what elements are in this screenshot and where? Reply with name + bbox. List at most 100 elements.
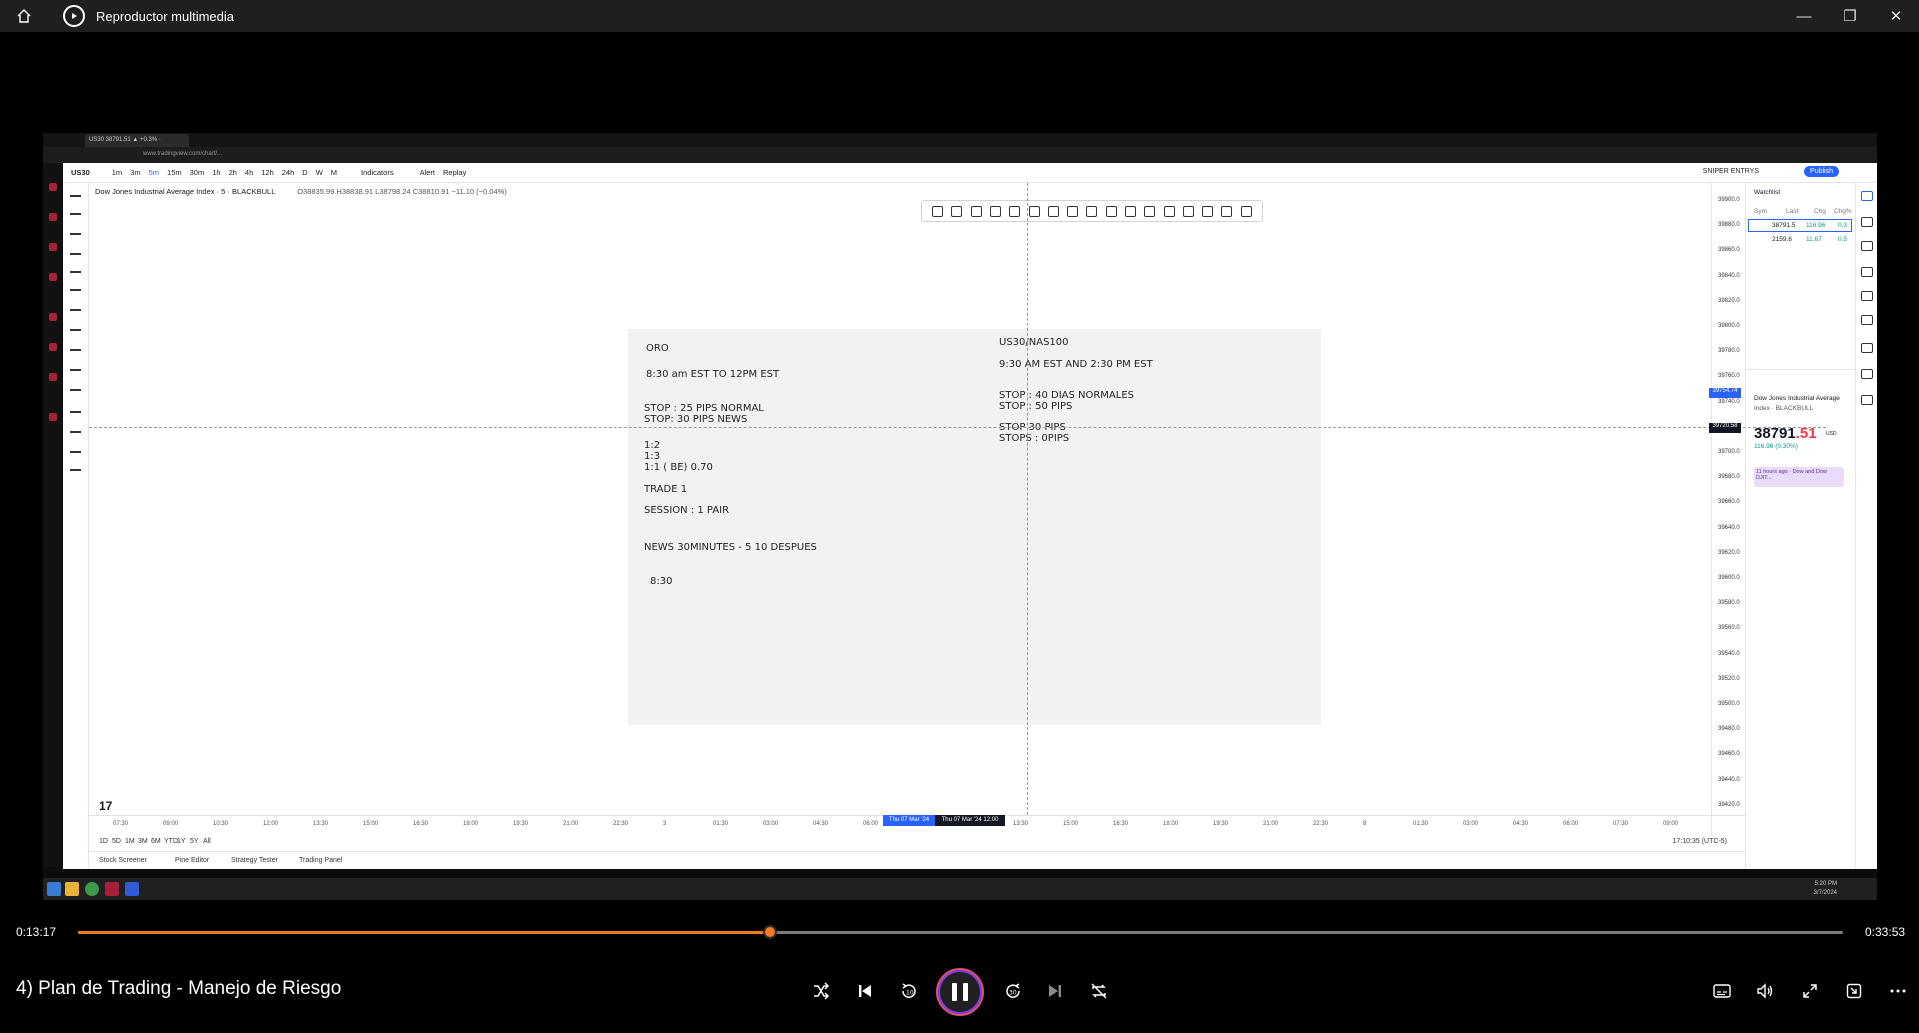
mini-player-icon[interactable] (1841, 978, 1867, 1004)
price-tick: 39420.0 (1718, 801, 1740, 808)
home-icon[interactable] (12, 4, 36, 28)
time-tick: 22:30 (613, 821, 629, 827)
time-tick: 18:00 (1163, 821, 1179, 827)
tf-1h: 1h (212, 168, 221, 177)
close-icon[interactable]: ✕ (1873, 0, 1919, 32)
svg-text:10: 10 (906, 990, 914, 997)
media-player-icon (63, 5, 85, 27)
time-tick: 03:00 (1463, 821, 1479, 827)
minimize-icon[interactable]: — (1781, 0, 1827, 32)
video-frame[interactable]: US30 38791.51 ▲ +0.3% · www.tradingview.… (43, 133, 1877, 900)
time-tick: 03:00 (763, 821, 779, 827)
price-tick: 39680.0 (1718, 474, 1740, 481)
shuffle-icon[interactable] (808, 978, 834, 1004)
tab-stock-screener: Stock Screener (99, 857, 147, 864)
forward-30-icon[interactable]: 30 (1000, 978, 1026, 1004)
chrome-icon (85, 882, 99, 896)
price-tick: 39700.0 (1718, 449, 1740, 455)
time-tick: 13:30 (1013, 821, 1029, 827)
tab-pine-editor: Pine Editor (175, 857, 210, 864)
browser-sidebar (43, 163, 63, 867)
pause-button[interactable] (936, 968, 984, 1016)
fullscreen-icon[interactable] (1797, 978, 1823, 1004)
note-us30-hours: 9:30 AM EST AND 2:30 PM EST (999, 359, 1153, 370)
detail-currency: USD (1826, 431, 1837, 437)
bottom-panel-tabs: Stock Screener Pine Editor Strategy Test… (89, 851, 1745, 869)
range-5d: 5D (112, 838, 121, 845)
tradingview-chart: US30 1m 3m 5m 15m 30m 1h 2h 4h 12h 24h D… (63, 163, 1877, 869)
price-tick: 39440.0 (1718, 776, 1740, 783)
price-axis: 39900.0 39880.0 39860.0 39840.0 39820.0 39800… (1711, 183, 1745, 835)
rewind-10-icon[interactable]: 10 (896, 978, 922, 1004)
symbol-search: US30 (71, 168, 90, 177)
time-tick: 8 (1363, 821, 1367, 827)
range-selector: 17:10:35 (UTC-5) 1D 5D 1M 3M 6M YTD 1Y 5Y All (89, 835, 1745, 851)
range-all: All (203, 838, 211, 845)
file-explorer-icon (65, 882, 79, 896)
more-options-icon[interactable] (1885, 978, 1911, 1004)
volume-icon[interactable] (1752, 978, 1778, 1004)
total-time: 0:33:53 (1865, 925, 1906, 939)
tf-30m: 30m (189, 168, 205, 177)
range-5y: 5Y (190, 838, 199, 845)
detail-price: 38791.51 (1754, 425, 1817, 442)
time-tick: 04:30 (1513, 821, 1529, 827)
price-tick: 39800.0 (1718, 323, 1740, 329)
restore-icon[interactable]: ❐ (1827, 0, 1873, 32)
note-rr3: 1:1 ( BE) 0.70 (644, 462, 713, 473)
watchlist-row1-pct: 0.3 (1838, 222, 1848, 229)
detail-name: Dow Jones Industrial Average (1754, 395, 1840, 402)
taskbar-date: 3/7/2024 (1813, 890, 1837, 896)
range-1d: 1D (99, 838, 108, 845)
note-rr2: 1:3 (644, 451, 661, 462)
note-time: 8:30 (650, 576, 673, 587)
note-us30-stop2: STOP : 50 PIPS (999, 401, 1073, 412)
time-tick: 22:30 (1313, 821, 1329, 827)
browser-tab: US30 38791.51 ▲ +0.3% · (85, 134, 189, 147)
price-tick: 39460.0 (1718, 751, 1740, 758)
range-3m: 3M (138, 838, 148, 845)
chart-clock: 17:10:35 (UTC-5) (1672, 838, 1727, 845)
price-tick: 39600.0 (1718, 575, 1740, 581)
tf-w: W (315, 168, 323, 177)
time-tick: 06:00 (1563, 821, 1579, 827)
legend-title: Dow Jones Industrial Average Index · 5 ·… (95, 187, 276, 196)
price-tick: 39820.0 (1718, 297, 1740, 304)
chart-toolbar: US30 1m 3m 5m 15m 30m 1h 2h 4h 12h 24h D… (63, 163, 1877, 183)
price-tick: 39860.0 (1718, 247, 1740, 254)
time-tick: 06:00 (863, 821, 879, 827)
drawing-tools-sidebar (63, 183, 89, 869)
watchlist-col-last: Last (1786, 208, 1799, 215)
note-oro-hours: 8:30 am EST TO 12PM EST (646, 369, 780, 380)
price-tick: 39640.0 (1718, 524, 1740, 531)
trading-plan-note: ORO 8:30 am EST TO 12PM EST STOP : 25 PI… (628, 329, 1321, 725)
detail-change: 116.96 (0.30%) (1754, 443, 1798, 450)
previous-icon[interactable] (852, 978, 878, 1004)
next-icon[interactable] (1042, 978, 1068, 1004)
tab-strategy-tester: Strategy Tester (231, 857, 278, 864)
watchlist-row2-last: 2159.6 (1772, 236, 1792, 243)
repeat-off-icon[interactable] (1086, 978, 1112, 1004)
time-tick: 19:30 (513, 821, 529, 827)
news-item: 11 hours ago · Dow and Dow DJIT... (1754, 467, 1844, 487)
price-tick: 39660.0 (1718, 499, 1740, 506)
seek-thumb[interactable] (762, 925, 777, 939)
detail-sub: Index · BLACKBULL (1754, 405, 1814, 412)
tf-m: M (330, 168, 338, 177)
note-us30-stop1: STOP : 40 DIAS NORMALES (999, 390, 1135, 401)
tf-4h: 4h (244, 168, 254, 177)
time-tick: 09:00 (1663, 821, 1679, 827)
price-tick: 39840.0 (1718, 272, 1740, 279)
windows-taskbar: 5:20 PM 3/7/2024 (43, 878, 1877, 900)
watchlist-row1-chg: 116.96 (1806, 222, 1826, 229)
price-tick: 39560.0 (1718, 625, 1740, 632)
price-tick: 39500.0 (1718, 701, 1740, 707)
date-tag: Thu 07 Mar '24 (883, 815, 935, 826)
tf-3m: 3m (130, 168, 141, 177)
subtitles-icon[interactable] (1709, 978, 1735, 1004)
note-trade: TRADE 1 (644, 484, 688, 495)
time-tick: 01:30 (713, 821, 729, 827)
app-title: Reproductor multimedia (96, 8, 235, 24)
note-stop-normal: STOP : 25 PIPS NORMAL (644, 403, 764, 414)
time-tick: 12:00 (263, 821, 279, 827)
